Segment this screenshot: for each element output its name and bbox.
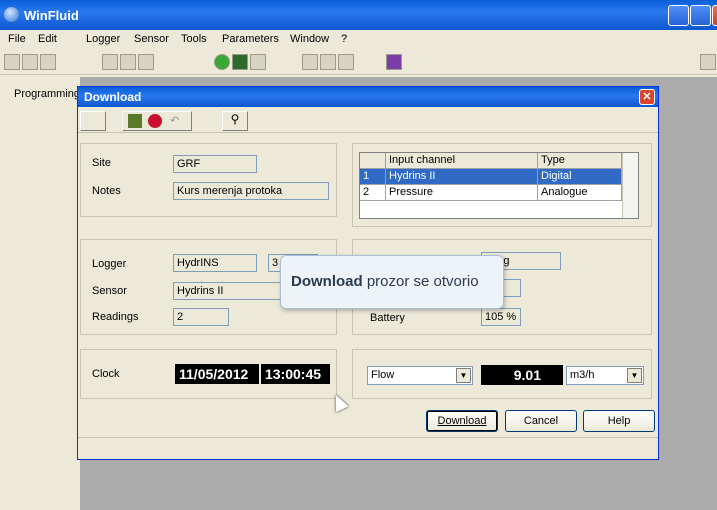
list-icon[interactable] [302, 54, 318, 70]
notes-field[interactable]: Kurs merenja protoka [173, 182, 329, 200]
grid-row-2-num[interactable]: 2 [360, 185, 386, 201]
tab-programming[interactable]: Programming [14, 88, 86, 104]
chevron-down-icon[interactable]: ▼ [456, 368, 471, 383]
dialog-close-button[interactable]: ✕ [639, 89, 655, 105]
clock-date: 11/05/2012 [175, 364, 265, 384]
battery-label: Battery [370, 312, 405, 324]
edit-icon[interactable] [102, 54, 118, 70]
new-icon[interactable] [4, 54, 20, 70]
grid-row-1-num[interactable]: 1 [360, 169, 386, 185]
site-label: Site [92, 157, 111, 169]
tooltip-text: prozor se otvorio [362, 273, 479, 290]
minimize-button[interactable] [668, 5, 689, 26]
site-field[interactable]: GRF [173, 155, 257, 173]
settings-icon[interactable] [128, 114, 142, 128]
chevron-down-icon[interactable]: ▼ [627, 368, 642, 383]
measure-select-value: Flow [371, 369, 395, 381]
menu-tools[interactable]: Tools [181, 33, 207, 45]
main-toolbar [0, 49, 717, 75]
readings-field[interactable]: 2 [173, 308, 229, 326]
download-button-label: Download [437, 415, 487, 427]
menu-sensor[interactable]: Sensor [134, 33, 169, 45]
grid-row-2-type[interactable]: Analogue [538, 185, 622, 201]
grid-row-2-channel[interactable]: Pressure [386, 185, 538, 201]
device-icon[interactable] [232, 54, 248, 70]
side-panel [0, 77, 80, 510]
dialog-title: Download [84, 90, 142, 104]
stop-icon[interactable] [148, 114, 162, 128]
unit-select-value: m3/h [570, 369, 595, 381]
measure-value: 9.01 [481, 365, 563, 385]
readings-label: Readings [92, 311, 139, 323]
menu-parameters[interactable]: Parameters [222, 33, 279, 45]
grid-header-type[interactable]: Type [538, 153, 622, 169]
open-icon[interactable] [22, 54, 38, 70]
app-title: WinFluid [24, 8, 79, 23]
grid-header-channel[interactable]: Input channel [386, 153, 538, 169]
logger-field[interactable]: HydrINS [173, 254, 257, 272]
sensor-label: Sensor [92, 285, 127, 297]
menu-help[interactable]: ? [341, 33, 347, 45]
clock-icon[interactable] [214, 54, 230, 70]
book-icon[interactable] [386, 54, 402, 70]
cancel-button[interactable]: Cancel [505, 410, 577, 432]
grid-row-1-channel[interactable]: Hydrins II [386, 169, 538, 185]
app-icon [4, 7, 19, 22]
logger-label: Logger [92, 258, 127, 270]
menu-logger[interactable]: Logger [86, 33, 120, 45]
view-icon[interactable] [320, 54, 336, 70]
dialog-titlebar: Download ✕ [78, 87, 658, 107]
sensor-field[interactable]: Hydrins II [173, 282, 283, 300]
undo-icon[interactable]: ↶ [170, 114, 184, 128]
printer-icon[interactable] [250, 54, 266, 70]
measure-select[interactable]: Flow ▼ [367, 366, 473, 385]
dialog-statusbar [78, 437, 658, 438]
save-icon[interactable] [40, 54, 56, 70]
grid-row-1-type[interactable]: Digital [538, 169, 622, 185]
tool-icon[interactable] [338, 54, 354, 70]
menu-file[interactable]: File [8, 33, 26, 45]
close-button[interactable] [712, 5, 717, 26]
unit-select[interactable]: m3/h ▼ [566, 366, 644, 385]
menu-edit[interactable]: Edit [38, 33, 57, 45]
app-titlebar: WinFluid [0, 0, 717, 30]
chart-view-icon[interactable] [80, 111, 106, 131]
antenna-icon[interactable]: ⚲ [222, 111, 248, 131]
menu-bar: File Edit Logger Sensor Tools Parameters… [0, 30, 717, 49]
dialog-toolbar: ↶ ⚲ [78, 109, 658, 133]
maximize-button[interactable] [690, 5, 711, 26]
channel-grid[interactable]: Input channel Type 1 Hydrins II Digital … [359, 152, 639, 219]
download-button[interactable]: Download [426, 410, 498, 432]
battery-field: 105 % [481, 308, 521, 326]
grid-header-num [360, 153, 386, 169]
graph-icon[interactable] [138, 54, 154, 70]
clock-label: Clock [92, 368, 120, 380]
info-tooltip: Download prozor se otvorio [280, 255, 504, 309]
network-icon[interactable] [700, 54, 716, 70]
menu-window[interactable]: Window [290, 33, 329, 45]
chart-icon[interactable] [120, 54, 136, 70]
clock-time: 13:00:45 [259, 364, 330, 384]
help-button[interactable]: Help [583, 410, 655, 432]
notes-label: Notes [92, 185, 121, 197]
tooltip-bold: Download [291, 273, 363, 290]
grid-scrollbar[interactable] [622, 153, 638, 218]
